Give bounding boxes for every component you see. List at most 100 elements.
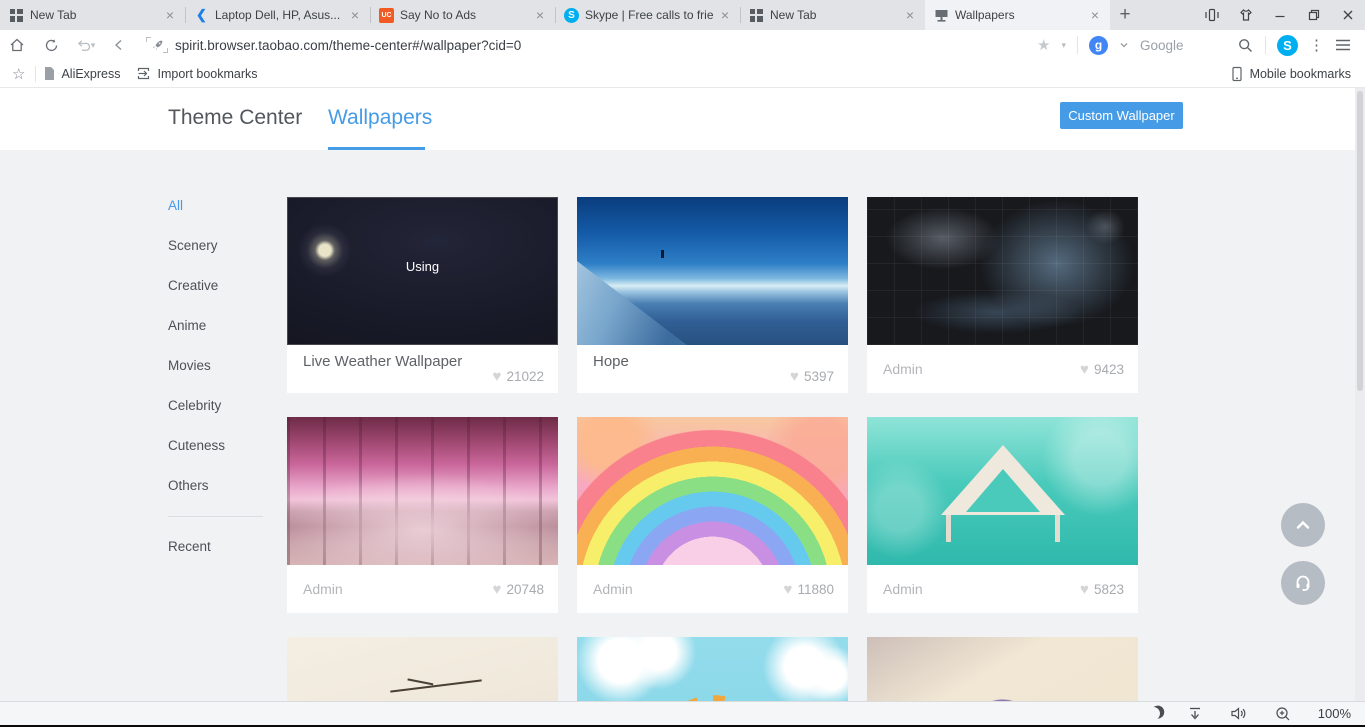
import-bookmarks[interactable]: Import bookmarks — [129, 67, 266, 81]
close-window-button[interactable] — [1331, 0, 1365, 30]
tab-new-tab-2[interactable]: New Tab × — [740, 0, 925, 30]
wallpaper-title: Admin — [303, 565, 343, 613]
mobile-bookmarks[interactable]: Mobile bookmarks — [1231, 66, 1365, 82]
heart-icon[interactable]: ♥ — [493, 581, 502, 598]
heart-icon[interactable]: ♥ — [790, 368, 799, 385]
heart-icon[interactable]: ♥ — [784, 581, 793, 598]
chevron-down-icon[interactable] — [1119, 40, 1129, 50]
tab-title: Skype | Free calls to frie... — [585, 8, 713, 22]
sidebar-item-celebrity[interactable]: Celebrity — [168, 386, 280, 426]
tab-close-icon[interactable]: × — [904, 8, 916, 22]
tab-close-icon[interactable]: × — [164, 8, 176, 22]
status-bar: 100% — [0, 701, 1365, 725]
wallpaper-card-twig[interactable] — [287, 637, 558, 701]
sidebar-item-movies[interactable]: Movies — [168, 346, 280, 386]
skype-toolbar-icon[interactable]: S — [1277, 35, 1298, 56]
sidebar-item-all[interactable]: All — [168, 186, 280, 226]
tab-say-no-to-ads[interactable]: UC Say No to Ads × — [370, 0, 555, 30]
search-input[interactable]: Google — [1140, 38, 1226, 53]
tab-wallpapers-active[interactable]: Wallpapers × — [925, 0, 1110, 30]
page-icon — [44, 67, 55, 80]
sidebar-item-creative[interactable]: Creative — [168, 266, 280, 306]
heart-icon[interactable]: ♥ — [1080, 581, 1089, 598]
more-menu-icon[interactable]: ⋮ — [1309, 36, 1324, 54]
wallpaper-card-blossom[interactable]: Admin ♥ 20748 — [287, 417, 558, 613]
divider — [1077, 36, 1078, 54]
wallpaper-thumbnail[interactable] — [867, 637, 1138, 701]
undo-button[interactable]: ▾ — [68, 30, 102, 60]
zoom-level: 100% — [1318, 706, 1351, 721]
scroll-to-top-button[interactable] — [1281, 503, 1325, 547]
tab-new-tab-1[interactable]: New Tab × — [0, 0, 185, 30]
wallpaper-card-live-weather[interactable]: Using Live Weather Wallpaper ♥ 21022 — [287, 197, 558, 393]
restore-button[interactable] — [1297, 0, 1331, 30]
theme-skin-icon[interactable] — [1229, 0, 1263, 30]
tab-laptop-shopping[interactable]: ❮ Laptop Dell, HP, Asus... × — [185, 0, 370, 30]
wallpaper-card-cartoon-sun[interactable] — [577, 637, 848, 701]
scrollbar-thumb[interactable] — [1357, 91, 1363, 391]
url-text[interactable]: spirit.browser.taobao.com/theme-center#/… — [175, 38, 521, 53]
likes: ♥ 5823 — [1080, 565, 1124, 613]
sidebar-item-others[interactable]: Others — [168, 466, 280, 506]
wallpaper-thumbnail[interactable] — [287, 637, 558, 701]
main-menu-icon[interactable] — [1335, 38, 1351, 52]
download-manager-icon[interactable] — [1187, 706, 1203, 722]
new-tab-button[interactable]: + — [1110, 0, 1140, 30]
page-header: Theme Center Wallpapers Custom Wallpaper — [0, 88, 1365, 150]
night-mode-icon[interactable] — [1146, 706, 1161, 721]
wallpaper-thumbnail[interactable]: Using — [287, 197, 558, 345]
wallpaper-thumbnail[interactable] — [867, 417, 1138, 565]
google-search-engine-icon[interactable]: g — [1089, 36, 1108, 55]
address-bar[interactable]: spirit.browser.taobao.com/theme-center#/… — [146, 36, 1037, 54]
wallpaper-thumbnail[interactable] — [577, 637, 848, 701]
send-to-phone-icon[interactable] — [1195, 0, 1229, 30]
tab-close-icon[interactable]: × — [719, 8, 731, 22]
custom-wallpaper-button[interactable]: Custom Wallpaper — [1060, 102, 1183, 129]
tab-close-icon[interactable]: × — [534, 8, 546, 22]
window-controls — [1195, 0, 1365, 30]
wallpaper-card-rainbow[interactable]: Admin ♥ 11880 — [577, 417, 848, 613]
refresh-button[interactable] — [34, 30, 68, 60]
bookmark-aliexpress[interactable]: AliExpress — [36, 67, 128, 81]
wallpaper-thumbnail[interactable] — [867, 197, 1138, 345]
mobile-bookmarks-label: Mobile bookmarks — [1250, 67, 1351, 81]
wallpaper-card-hope[interactable]: Hope ♥ 5397 — [577, 197, 848, 393]
tab-title: Laptop Dell, HP, Asus... — [215, 8, 343, 22]
shop-site-icon: ❮ — [194, 8, 209, 23]
wallpaper-card-triangle[interactable]: Admin ♥ 5823 — [867, 417, 1138, 613]
minimize-button[interactable] — [1263, 0, 1297, 30]
bookmark-star-icon[interactable]: ★ — [1037, 36, 1050, 54]
tab-wallpapers-nav[interactable]: Wallpapers — [328, 88, 432, 150]
heart-icon[interactable]: ♥ — [1080, 361, 1089, 378]
tab-close-icon[interactable]: × — [1089, 8, 1101, 22]
twig-shape — [390, 679, 482, 692]
caret-down-icon[interactable]: ▾ — [1061, 41, 1066, 50]
heart-icon[interactable]: ♥ — [493, 368, 502, 385]
wallpaper-thumbnail[interactable] — [577, 417, 848, 565]
back-button[interactable] — [102, 30, 136, 60]
bookmark-this-page-icon[interactable]: ☆ — [0, 65, 35, 83]
card-caption: Admin ♥ 5823 — [867, 565, 1138, 613]
wallpaper-thumbnail[interactable] — [577, 197, 848, 345]
tab-skype[interactable]: S Skype | Free calls to frie... × — [555, 0, 740, 30]
wallpaper-title: Hope — [593, 353, 629, 370]
wallpaper-title: Admin — [883, 345, 923, 393]
wallpaper-card-cubes[interactable]: Admin ♥ 9423 — [867, 197, 1138, 393]
zoom-in-icon[interactable] — [1275, 706, 1291, 722]
divider — [1265, 36, 1266, 54]
sidebar-item-anime[interactable]: Anime — [168, 306, 280, 346]
wallpaper-thumbnail[interactable] — [287, 417, 558, 565]
speaker-icon[interactable] — [1230, 706, 1248, 721]
sidebar-item-recent[interactable]: Recent — [168, 527, 280, 567]
search-icon[interactable] — [1237, 37, 1254, 54]
hiker-silhouette — [661, 250, 664, 258]
support-button[interactable] — [1281, 561, 1325, 605]
tab-close-icon[interactable]: × — [349, 8, 361, 22]
wallpaper-card-plum[interactable] — [867, 637, 1138, 701]
home-button[interactable] — [0, 30, 34, 60]
tab-title: New Tab — [30, 8, 158, 22]
sidebar-item-cuteness[interactable]: Cuteness — [168, 426, 280, 466]
grid-icon — [749, 8, 764, 23]
page-scrollbar[interactable] — [1355, 88, 1365, 701]
sidebar-item-scenery[interactable]: Scenery — [168, 226, 280, 266]
